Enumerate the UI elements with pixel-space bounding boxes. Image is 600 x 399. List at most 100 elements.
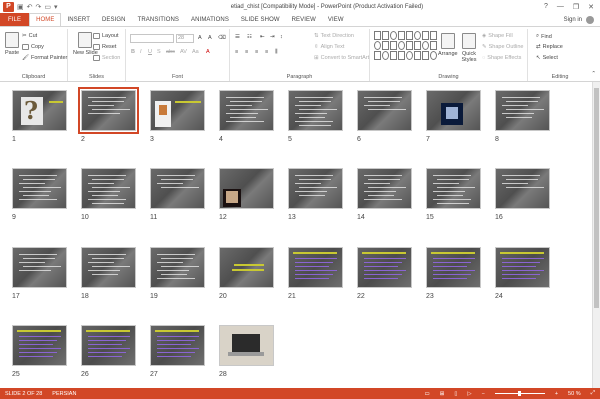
shape-icon[interactable] [374,41,381,50]
slide-thumbnail[interactable] [150,168,205,209]
change-case-icon[interactable]: Aa [192,49,199,55]
shape-icon[interactable] [382,41,389,50]
shape-icon[interactable] [422,51,429,60]
shape-fill-button[interactable]: ◈ Shape Fill [482,33,513,39]
shape-icon[interactable] [406,41,413,50]
redo-icon[interactable]: ↷ [36,3,42,11]
slide-thumbnail[interactable] [12,325,67,366]
shape-icon[interactable] [414,31,421,40]
replace-button[interactable]: ⇄ Replace [536,44,563,50]
sign-in[interactable]: Sign in [564,13,600,26]
justify-icon[interactable]: ≡ [265,49,268,55]
convert-smartart-button[interactable]: ⊞ Convert to SmartArt [314,55,369,61]
shape-icon[interactable] [398,41,405,50]
font-size-input[interactable]: 28 [176,34,194,43]
tab-design[interactable]: DESIGN [96,13,132,26]
shape-icon[interactable] [414,41,421,50]
minimize-icon[interactable]: — [557,3,564,11]
slide-thumbnail[interactable] [219,247,274,288]
collapse-ribbon-icon[interactable]: ⌃ [591,71,596,77]
reset-button[interactable]: Reset [93,44,116,50]
format-painter-button[interactable]: 🖌 Format Painter [22,55,67,61]
slide-thumbnail[interactable] [495,90,550,131]
strikethrough-icon[interactable]: abc [166,49,175,55]
shape-icon[interactable] [390,41,397,50]
shape-effects-button[interactable]: ◌ Shape Effects [482,55,521,61]
slide-thumbnail[interactable] [150,90,205,131]
shape-icon[interactable] [382,31,389,40]
reading-view-icon[interactable]: ▯ [454,391,457,397]
shape-icon[interactable] [430,51,437,60]
close-icon[interactable]: ✕ [588,3,594,11]
shape-icon[interactable] [374,51,381,60]
tab-view[interactable]: VIEW [322,13,350,26]
shape-icon[interactable] [430,41,437,50]
columns-icon[interactable]: ⫼ [275,49,278,56]
tab-transitions[interactable]: TRANSITIONS [132,13,185,26]
bullets-icon[interactable]: ☰ [235,34,240,40]
bold-icon[interactable]: B [131,49,135,55]
select-button[interactable]: ↖ Select [536,55,558,61]
shape-icon[interactable] [382,51,389,60]
tab-file[interactable]: FILE [0,13,30,26]
clear-formatting-icon[interactable]: ⌫ [218,35,226,41]
align-left-icon[interactable]: ≡ [235,49,238,55]
tab-home[interactable]: HOME [29,13,62,26]
decrease-font-icon[interactable]: A [208,35,212,41]
undo-icon[interactable]: ↶ [27,3,33,11]
tab-review[interactable]: REVIEW [286,13,322,26]
shape-icon[interactable] [406,51,413,60]
save-icon[interactable]: ▣ [17,3,24,11]
font-name-input[interactable] [130,34,174,43]
slide-thumbnail[interactable] [288,168,343,209]
tab-insert[interactable]: INSERT [61,13,96,26]
customize-qat-icon[interactable]: ▾ [54,3,58,11]
slide-thumbnail[interactable] [219,168,274,209]
start-from-beginning-icon[interactable]: ▭ [44,3,51,11]
zoom-slider-knob[interactable] [517,391,521,396]
restore-icon[interactable]: ❐ [573,3,579,11]
copy-button[interactable]: Copy [22,44,44,50]
decrease-indent-icon[interactable]: ⇤ [260,34,265,40]
shape-icon[interactable] [406,31,413,40]
slide-thumbnail[interactable] [219,90,274,131]
slide-thumbnail[interactable] [357,247,412,288]
shape-icon[interactable] [390,51,397,60]
slide-thumbnail[interactable] [150,325,205,366]
slide-thumbnail[interactable] [81,247,136,288]
slide-thumbnail[interactable]: ? [12,90,67,131]
increase-indent-icon[interactable]: ⇥ [270,34,275,40]
slide-thumbnail[interactable] [78,87,139,134]
slideshow-view-icon[interactable]: ▷ [467,391,471,397]
align-right-icon[interactable]: ≡ [255,49,258,55]
line-spacing-icon[interactable]: ↕ [280,34,283,40]
text-direction-button[interactable]: ⇅ Text Direction [314,33,354,39]
shape-icon[interactable] [398,51,405,60]
language-indicator[interactable]: PERSIAN [52,391,76,397]
slide-thumbnail[interactable] [81,325,136,366]
scrollbar-thumb[interactable] [594,88,599,308]
layout-button[interactable]: Layout [93,33,119,39]
paste-button[interactable]: Paste [5,32,19,56]
find-button[interactable]: ⌕ Find [536,33,552,40]
shape-icon[interactable] [374,31,381,40]
slide-thumbnail[interactable] [426,90,481,131]
slide-thumbnail[interactable] [150,247,205,288]
help-icon[interactable]: ? [544,3,548,11]
shape-icon[interactable] [414,51,421,60]
shape-icon[interactable] [430,31,437,40]
cut-button[interactable]: ✂ Cut [22,33,37,39]
char-spacing-icon[interactable]: AV [180,49,187,55]
slide-thumbnail[interactable] [288,90,343,131]
slide-thumbnail[interactable] [495,247,550,288]
zoom-level[interactable]: 50 % [568,391,581,397]
font-color-icon[interactable]: A [206,49,210,55]
shape-icon[interactable] [422,41,429,50]
shape-outline-button[interactable]: ✎ Shape Outline [482,44,523,50]
slide-thumbnail[interactable] [426,168,481,209]
slide-sorter-view-icon[interactable]: ⊞ [440,391,445,397]
slide-thumbnail[interactable] [426,247,481,288]
tab-animations[interactable]: ANIMATIONS [185,13,235,26]
zoom-slider[interactable] [494,391,545,396]
section-button[interactable]: Section [93,55,120,61]
